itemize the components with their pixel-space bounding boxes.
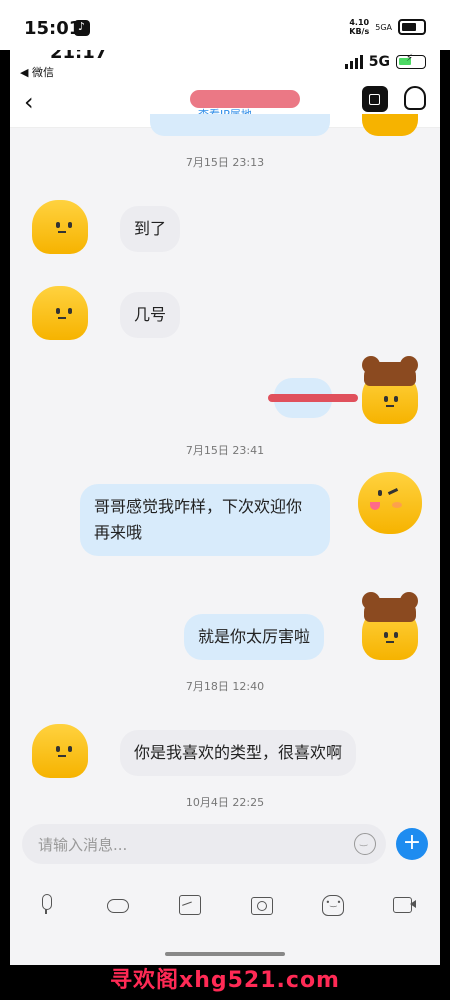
message-list[interactable]: 7月15日 23:13 到了 几号 7月15日 23:41 哥哥感觉我咋样，下次… (10, 114, 440, 818)
inner-clock: 21:17 (50, 50, 108, 63)
device-status-bar: 15:01 4.10 KB/s 5GA (0, 0, 450, 50)
video-call-icon[interactable] (362, 86, 388, 112)
avatar-self[interactable] (362, 592, 418, 660)
watermark: 寻欢阁xhg521.com (110, 968, 340, 993)
emoji-icon[interactable] (354, 833, 376, 855)
back-to-wechat-link[interactable]: ◀ 微信 (20, 64, 54, 80)
message-bubble[interactable]: 到了 (120, 206, 181, 252)
home-indicator[interactable] (165, 952, 285, 956)
image-icon[interactable] (177, 893, 202, 915)
video-icon[interactable] (392, 893, 417, 915)
battery-icon (398, 19, 426, 35)
tiktok-icon (74, 20, 90, 36)
charging-battery-icon (396, 53, 426, 69)
network-type: 5GA (375, 22, 392, 32)
timestamp: 7月18日 12:40 (185, 680, 265, 693)
device-status-right: 4.10 KB/s 5GA (349, 18, 426, 36)
message-input[interactable]: 请输入消息... (22, 824, 386, 864)
inner-status-bar: 21:17 ◀ 微信 5G (10, 50, 440, 80)
network-speed: 4.10 KB/s (349, 18, 370, 36)
avatar-self[interactable] (358, 472, 422, 534)
device-clock: 15:01 (24, 18, 82, 39)
cloud-icon[interactable] (105, 893, 130, 915)
message-bubble[interactable]: 就是你太厉害啦 (184, 614, 325, 660)
timestamp: 7月15日 23:13 (185, 156, 265, 169)
chat-screen: 21:17 ◀ 微信 5G ‹ 查看IP属地 7月15日 23:13 到了 几号 (10, 50, 440, 965)
inner-network-type: 5G (368, 54, 390, 70)
sticker-icon[interactable] (320, 893, 345, 916)
redaction-mark (268, 394, 358, 402)
message-bubble[interactable]: 哥哥感觉我咋样，下次欢迎你再来哦 (80, 484, 330, 556)
message-input-placeholder: 请输入消息... (38, 836, 128, 854)
avatar-partial (362, 114, 418, 136)
avatar[interactable] (32, 286, 88, 340)
inner-status-right: 5G (344, 53, 426, 70)
signal-icon (344, 55, 363, 69)
plus-button[interactable]: + (396, 828, 428, 860)
camera-icon[interactable] (249, 893, 273, 915)
profile-icon[interactable] (404, 86, 426, 110)
input-toolbar (10, 884, 440, 924)
avatar[interactable] (32, 724, 88, 778)
avatar-self[interactable] (362, 356, 418, 424)
mic-icon[interactable] (34, 893, 58, 915)
message-bubble[interactable]: 你是我喜欢的类型，很喜欢啊 (120, 730, 357, 776)
avatar[interactable] (32, 200, 88, 254)
message-bubble[interactable]: 几号 (120, 292, 181, 338)
timestamp: 7月15日 23:41 (185, 444, 265, 457)
message-bubble-partial[interactable] (150, 114, 330, 136)
timestamp: 10月4日 22:25 (185, 796, 265, 809)
